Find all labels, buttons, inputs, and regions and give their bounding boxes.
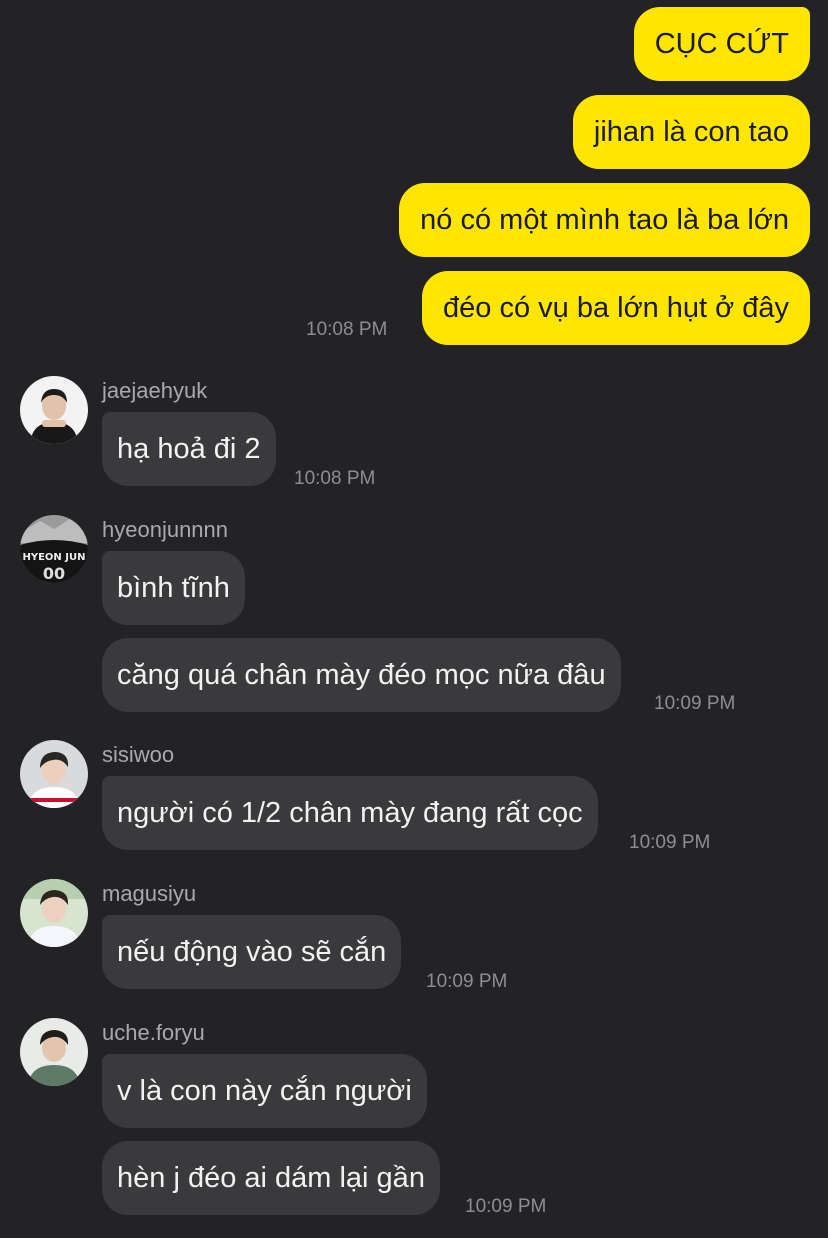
avatar-photo-icon: HYEON JUN 00 [20,515,88,583]
message-text: nó có một mình tao là ba lớn [420,204,789,236]
avatar-photo-icon [20,376,88,444]
avatar-photo-icon [20,1018,88,1086]
avatar-photo-icon [20,740,88,808]
sender-name: hyeonjunnnn [102,517,229,542]
message-timestamp: 10:09 PM [426,971,508,992]
avatar[interactable] [20,740,88,808]
sender-name: uche.foryu [102,1020,205,1045]
outgoing-message-bubble[interactable]: đéo có vụ ba lớn hụt ở đây [422,271,810,345]
message-text: người có 1/2 chân mày đang rất cọc [117,797,583,829]
avatar[interactable]: HYEON JUN 00 [20,515,88,583]
avatar-photo-icon [20,879,88,947]
incoming-message-bubble[interactable]: hèn j đéo ai dám lại gần [102,1141,440,1215]
message-text: đéo có vụ ba lớn hụt ở đây [443,292,789,324]
message-text: jihan là con tao [593,116,789,148]
incoming-message-bubble[interactable]: hạ hoả đi 2 [102,412,276,486]
message-timestamp: 10:09 PM [465,1196,547,1217]
incoming-message-bubble[interactable]: bình tĩnh [102,551,245,625]
sender-name: magusiyu [102,881,197,906]
incoming-message-bubble[interactable]: v là con này cắn người [102,1054,427,1128]
jersey-text: HYEON JUN [22,552,85,563]
avatar[interactable] [20,376,88,444]
svg-text:00: 00 [43,564,65,583]
outgoing-message-bubble[interactable]: CỤC CỨT [633,7,810,81]
message-text: v là con này cắn người [117,1075,412,1107]
message-text: căng quá chân mày đéo mọc nữa đâu [117,659,606,691]
message-text: hạ hoả đi 2 [117,433,261,465]
message-timestamp: 10:08 PM [294,468,376,489]
message-text: hèn j đéo ai dám lại gần [117,1162,425,1194]
message-timestamp: 10:09 PM [629,832,711,853]
sender-name: jaejaehyuk [102,378,208,403]
message-text: nếu động vào sẽ cắn [117,936,387,968]
message-timestamp: 10:08 PM [306,319,388,340]
incoming-message-bubble[interactable]: người có 1/2 chân mày đang rất cọc [102,776,598,850]
outgoing-message-bubble[interactable]: jihan là con tao [572,95,810,169]
incoming-message-bubble[interactable]: nếu động vào sẽ cắn [102,915,402,989]
avatar[interactable] [20,1018,88,1086]
outgoing-message-bubble[interactable]: nó có một mình tao là ba lớn [399,183,810,257]
avatar[interactable] [20,879,88,947]
message-text: bình tĩnh [117,572,230,604]
message-text: CỤC CỨT [654,28,789,60]
message-timestamp: 10:09 PM [654,693,736,714]
incoming-message-bubble[interactable]: căng quá chân mày đéo mọc nữa đâu [102,638,621,712]
sender-name: sisiwoo [102,742,175,767]
